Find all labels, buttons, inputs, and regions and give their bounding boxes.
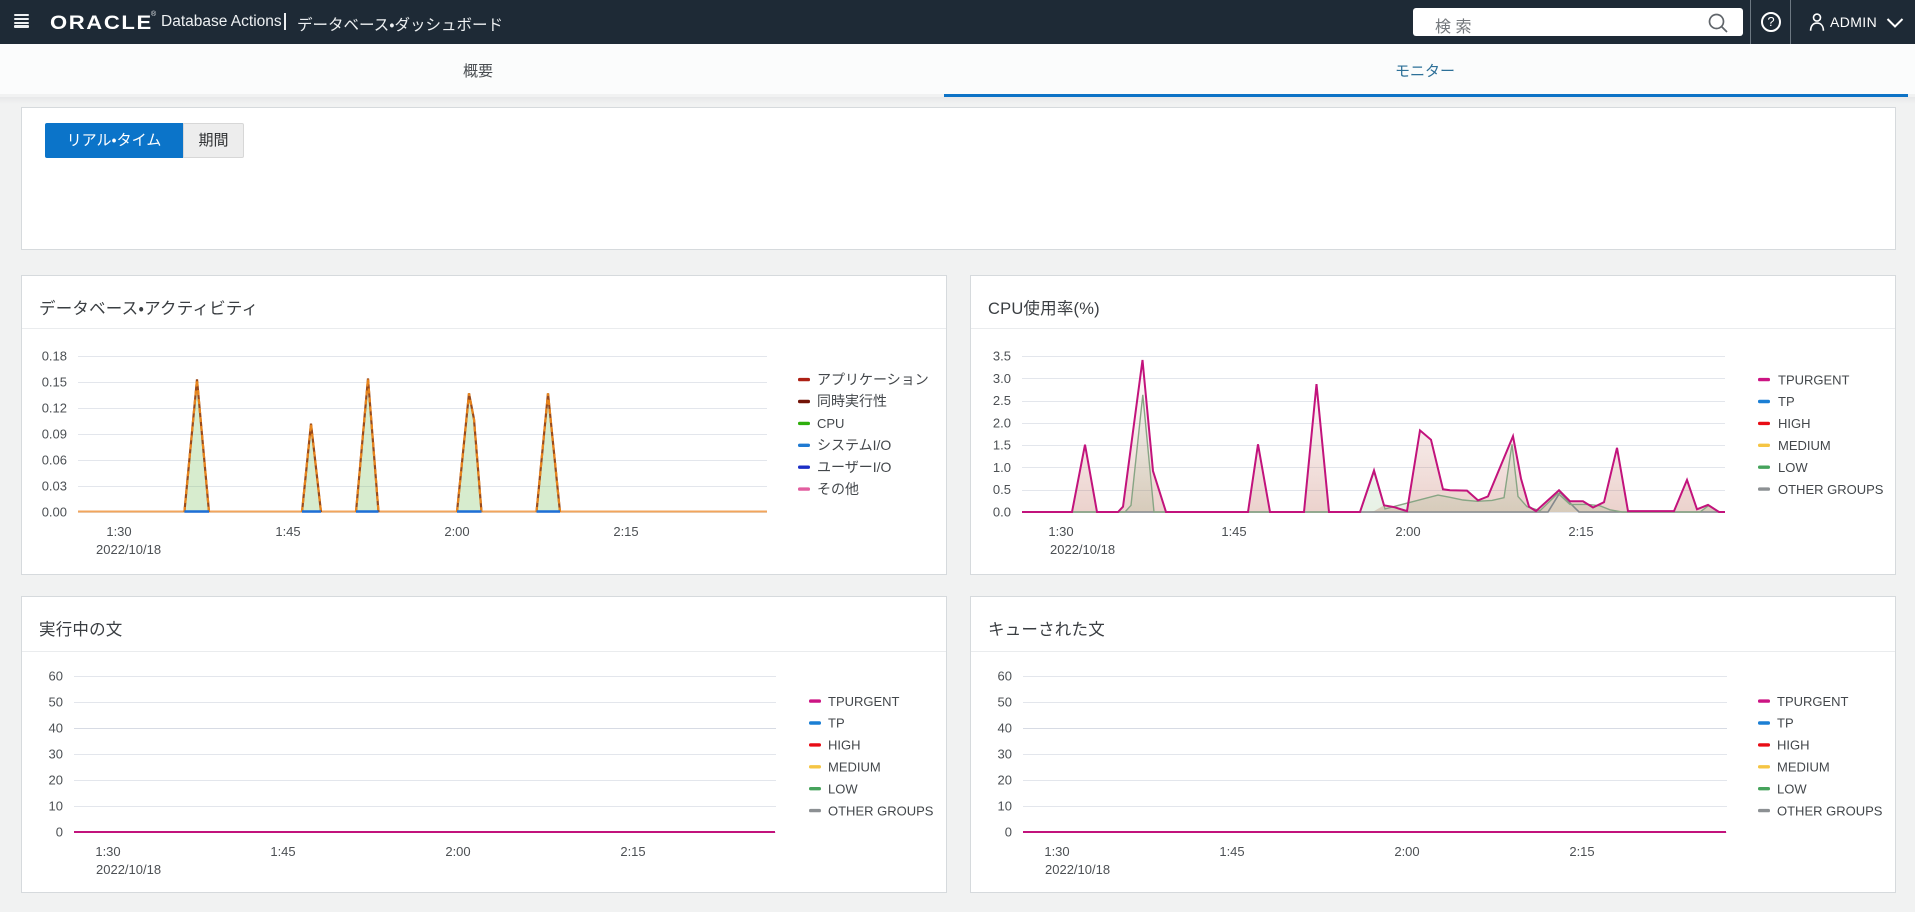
svg-text:LOW: LOW (828, 781, 858, 796)
svg-text:HIGH: HIGH (828, 738, 861, 753)
svg-text:HIGH: HIGH (1777, 738, 1810, 753)
svg-text:0.15: 0.15 (42, 375, 67, 390)
svg-text:0.09: 0.09 (42, 427, 67, 442)
svg-text:40: 40 (49, 721, 63, 736)
svg-text:30: 30 (998, 747, 1012, 762)
svg-text:TP: TP (1777, 716, 1794, 731)
svg-text:ユーザーI/O: ユーザーI/O (817, 459, 891, 475)
svg-text:10: 10 (998, 799, 1012, 814)
svg-text:同時実行性: 同時実行性 (817, 393, 887, 409)
svg-text:2:15: 2:15 (1568, 524, 1593, 539)
svg-text:TPURGENT: TPURGENT (828, 694, 900, 709)
svg-text:2022/10/18: 2022/10/18 (96, 542, 161, 557)
svg-text:アプリケーション: アプリケーション (817, 371, 929, 387)
svg-text:TP: TP (1778, 394, 1795, 409)
svg-text:2022/10/18: 2022/10/18 (1050, 542, 1115, 557)
svg-text:50: 50 (998, 695, 1012, 710)
svg-text:40: 40 (998, 721, 1012, 736)
svg-text:20: 20 (49, 773, 63, 788)
svg-text:0: 0 (1005, 825, 1012, 840)
svg-text:システムI/O: システムI/O (817, 437, 891, 453)
svg-text:1:30: 1:30 (1044, 844, 1069, 859)
svg-text:0: 0 (56, 825, 63, 840)
svg-text:10: 10 (49, 799, 63, 814)
svg-text:0.00: 0.00 (42, 505, 67, 520)
svg-text:50: 50 (49, 695, 63, 710)
svg-text:60: 60 (49, 669, 63, 684)
svg-text:TPURGENT: TPURGENT (1777, 694, 1849, 709)
svg-text:LOW: LOW (1777, 781, 1807, 796)
svg-text:20: 20 (998, 773, 1012, 788)
svg-text:2:00: 2:00 (444, 524, 469, 539)
svg-text:0.06: 0.06 (42, 453, 67, 468)
svg-text:30: 30 (49, 747, 63, 762)
svg-text:2:15: 2:15 (620, 844, 645, 859)
svg-text:TPURGENT: TPURGENT (1778, 372, 1850, 387)
svg-text:MEDIUM: MEDIUM (1778, 438, 1831, 453)
svg-text:2:00: 2:00 (1394, 844, 1419, 859)
svg-text:2:15: 2:15 (1569, 844, 1594, 859)
svg-text:2:15: 2:15 (613, 524, 638, 539)
svg-text:MEDIUM: MEDIUM (1777, 760, 1830, 775)
svg-text:2.0: 2.0 (993, 415, 1011, 430)
svg-text:2022/10/18: 2022/10/18 (96, 862, 161, 877)
svg-text:OTHER GROUPS: OTHER GROUPS (1778, 482, 1884, 497)
svg-text:1:45: 1:45 (275, 524, 300, 539)
svg-text:2:00: 2:00 (445, 844, 470, 859)
svg-text:1:30: 1:30 (1048, 524, 1073, 539)
svg-text:0.5: 0.5 (993, 482, 1011, 497)
svg-text:OTHER GROUPS: OTHER GROUPS (1777, 803, 1883, 818)
svg-text:1:30: 1:30 (95, 844, 120, 859)
svg-text:1:45: 1:45 (270, 844, 295, 859)
svg-text:3.5: 3.5 (993, 349, 1011, 364)
svg-text:CPU: CPU (817, 416, 844, 431)
svg-text:1.5: 1.5 (993, 438, 1011, 453)
svg-text:0.12: 0.12 (42, 401, 67, 416)
svg-text:1:45: 1:45 (1219, 844, 1244, 859)
svg-text:HIGH: HIGH (1778, 416, 1811, 431)
svg-text:1:30: 1:30 (106, 524, 131, 539)
svg-text:2.5: 2.5 (993, 393, 1011, 408)
svg-text:LOW: LOW (1778, 460, 1808, 475)
svg-text:60: 60 (998, 669, 1012, 684)
svg-text:1:45: 1:45 (1221, 524, 1246, 539)
svg-text:2:00: 2:00 (1395, 524, 1420, 539)
svg-text:2022/10/18: 2022/10/18 (1045, 862, 1110, 877)
svg-text:1.0: 1.0 (993, 460, 1011, 475)
svg-text:0.18: 0.18 (42, 349, 67, 364)
svg-text:0.03: 0.03 (42, 479, 67, 494)
svg-text:MEDIUM: MEDIUM (828, 760, 881, 775)
svg-text:TP: TP (828, 716, 845, 731)
svg-text:0.0: 0.0 (993, 505, 1011, 520)
svg-text:OTHER GROUPS: OTHER GROUPS (828, 803, 934, 818)
svg-text:3.0: 3.0 (993, 371, 1011, 386)
svg-text:その他: その他 (817, 481, 859, 497)
